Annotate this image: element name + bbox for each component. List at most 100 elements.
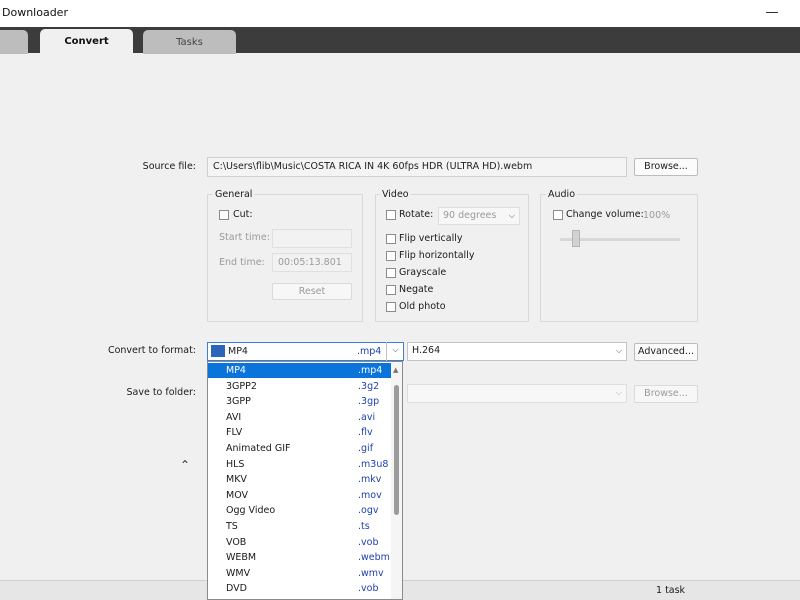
format-option[interactable]: VOB .vob <box>208 535 391 550</box>
tab-bar: Convert Tasks <box>0 27 800 54</box>
flip-vertical-checkbox[interactable] <box>386 234 396 244</box>
format-option-name: MP4 <box>226 365 246 376</box>
format-option[interactable]: WMV .wmv <box>208 566 391 581</box>
scroll-up-icon[interactable]: ▲ <box>393 366 398 374</box>
format-option-ext: .avi <box>358 411 376 423</box>
format-option-ext: .m3u8 <box>358 458 389 470</box>
format-scrollbar-thumb[interactable] <box>394 385 399 515</box>
video-group-title: Video <box>380 189 411 200</box>
old-photo-label: Old photo <box>399 301 446 312</box>
format-option[interactable]: MKV .mkv <box>208 472 391 487</box>
format-option[interactable]: 3GPP2 .3g2 <box>208 379 391 394</box>
chevron-down-icon: ⌵ <box>508 211 515 220</box>
save-folder-label: Save to folder: <box>126 387 196 398</box>
flip-horizontal-checkbox[interactable] <box>386 251 396 261</box>
format-option[interactable]: 3GPP .3gp <box>208 394 391 409</box>
source-file-field[interactable]: C:\Users\flib\Music\COSTA RICA IN 4K 60f… <box>207 157 627 177</box>
format-option[interactable]: Ogg Video .ogv <box>208 503 391 518</box>
cut-checkbox[interactable] <box>219 210 229 220</box>
tab-previous[interactable] <box>0 30 28 54</box>
audio-group-title: Audio <box>546 189 578 200</box>
old-photo-checkbox[interactable] <box>386 302 396 312</box>
reset-button[interactable]: Reset <box>272 283 352 300</box>
negate-label: Negate <box>399 284 434 295</box>
start-time-field[interactable] <box>272 229 352 248</box>
format-option-ext: .ts <box>358 521 370 532</box>
volume-value: 100% <box>643 210 671 221</box>
flip-vertical-label: Flip vertically <box>399 233 463 244</box>
start-time-label: Start time: <box>219 232 270 243</box>
chevron-down-icon[interactable]: ⌵ <box>386 342 404 361</box>
format-option-ext: .mov <box>358 489 382 501</box>
source-browse-button[interactable]: Browse... <box>634 158 698 176</box>
codec-select-value: H.264 <box>412 345 441 356</box>
format-option[interactable]: AVI .avi <box>208 410 391 425</box>
format-option[interactable]: TS .ts <box>208 519 391 534</box>
format-scrollbar[interactable]: ▲ <box>391 362 402 599</box>
format-option[interactable]: HLS .m3u8 <box>208 457 391 472</box>
format-option-name: WMV <box>226 567 251 579</box>
status-text: 1 task <box>656 585 686 596</box>
format-select-ext: .mp4 <box>357 346 382 357</box>
window-title: Downloader <box>2 6 68 19</box>
codec-select[interactable]: H.264 ⌵ <box>407 342 627 361</box>
flip-horizontal-label: Flip horizontally <box>399 250 475 261</box>
format-option-name: WEBM <box>226 552 257 564</box>
format-option-name: DVD <box>226 583 247 595</box>
format-option[interactable]: FLV .flv <box>208 425 391 440</box>
format-option-name: HLS <box>226 458 245 470</box>
format-option-ext: .3g2 <box>358 380 380 392</box>
collapse-icon[interactable]: ⌃ <box>180 458 190 472</box>
format-option-ext: .wmv <box>358 567 384 579</box>
volume-slider-handle[interactable] <box>571 230 580 247</box>
tab-tasks[interactable]: Tasks <box>143 30 236 54</box>
rotate-select-value: 90 degrees <box>443 210 497 221</box>
format-option-name: Animated GIF <box>226 443 291 454</box>
negate-checkbox[interactable] <box>386 285 396 295</box>
minimize-button[interactable]: — <box>762 5 782 21</box>
rotate-label: Rotate: <box>399 209 434 220</box>
format-option-ext: .mp4 <box>358 365 383 376</box>
save-browse-button[interactable]: Browse... <box>634 385 698 403</box>
format-select-name: MP4 <box>228 346 248 357</box>
grayscale-checkbox[interactable] <box>386 268 396 278</box>
end-time-label: End time: <box>219 257 265 268</box>
change-volume-checkbox[interactable] <box>553 210 563 220</box>
format-option-ext: .vob <box>358 536 379 548</box>
format-option-name: TS <box>226 521 238 532</box>
format-option[interactable]: WEBM .webm <box>208 550 391 565</box>
format-option-ext: .mkv <box>358 474 382 486</box>
format-option[interactable]: Animated GIF .gif <box>208 441 391 456</box>
format-option-name: Ogg Video <box>226 505 276 517</box>
format-option-name: FLV <box>226 427 243 439</box>
film-icon <box>211 345 225 357</box>
format-option-name: 3GPP <box>226 396 251 408</box>
format-dropdown-list[interactable]: MP4 .mp4 3GPP2 .3g2 3GPP .3gp AVI .avi FLV .flv An… <box>207 361 403 600</box>
format-option-name: AVI <box>226 411 242 423</box>
rotate-select[interactable]: 90 degrees ⌵ <box>438 207 520 225</box>
format-option-ext: .ogv <box>358 505 379 517</box>
format-option-ext: .3gp <box>358 396 380 408</box>
format-option-ext: .flv <box>358 427 373 439</box>
title-bar <box>0 0 800 27</box>
tab-convert[interactable]: Convert <box>40 29 133 54</box>
format-option-ext: .vob <box>358 583 379 595</box>
format-option[interactable]: DVD .vob <box>208 581 391 596</box>
grayscale-label: Grayscale <box>399 267 447 278</box>
chevron-down-icon: ⌵ <box>615 388 622 397</box>
advanced-button[interactable]: Advanced... <box>634 343 698 361</box>
format-option[interactable]: MOV .mov <box>208 488 391 503</box>
chevron-down-icon: ⌵ <box>615 346 622 355</box>
change-volume-label: Change volume: <box>566 209 644 220</box>
format-select[interactable]: MP4 .mp4 ⌵ <box>207 342 404 361</box>
save-folder-select[interactable]: ⌵ <box>407 384 627 403</box>
rotate-checkbox[interactable] <box>386 210 396 220</box>
format-option-name: MOV <box>226 489 249 501</box>
format-option[interactable]: MP4 .mp4 <box>208 363 391 378</box>
format-option-name: VOB <box>226 536 247 548</box>
format-option-name: MKV <box>226 474 247 486</box>
format-option-ext: .webm <box>358 552 390 564</box>
general-group-title: General <box>213 189 255 200</box>
convert-format-label: Convert to format: <box>107 345 196 356</box>
end-time-field[interactable]: 00:05:13.801 <box>272 253 352 272</box>
